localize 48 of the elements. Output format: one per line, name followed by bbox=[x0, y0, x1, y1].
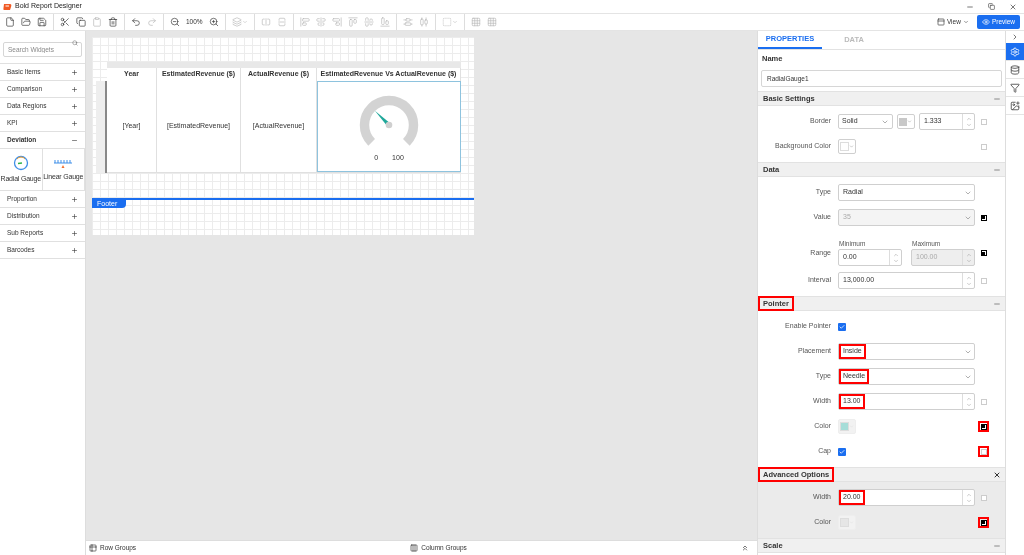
database-icon-glyph bbox=[1010, 64, 1020, 75]
plus-icon bbox=[71, 85, 78, 93]
expand-icon[interactable] bbox=[741, 544, 749, 552]
reset-checkbox[interactable] bbox=[980, 250, 987, 256]
open-folder-icon[interactable] bbox=[18, 15, 34, 29]
decrement-icon bbox=[965, 401, 972, 408]
settings-icon[interactable] bbox=[1006, 43, 1024, 61]
layout-icon bbox=[936, 18, 945, 26]
search-icon bbox=[72, 39, 78, 46]
image-settings-icon-glyph bbox=[1010, 100, 1020, 111]
plus-icon bbox=[71, 119, 78, 127]
checkbox[interactable] bbox=[838, 447, 846, 456]
increment-icon bbox=[965, 491, 972, 498]
columns-icon bbox=[410, 544, 419, 552]
settings-icon-glyph bbox=[1010, 46, 1020, 57]
eye-icon bbox=[981, 18, 990, 26]
increment-icon bbox=[965, 274, 972, 281]
increment-icon bbox=[965, 395, 972, 402]
plus-icon bbox=[71, 68, 78, 76]
row-handle[interactable] bbox=[96, 81, 107, 173]
chevron-down-icon bbox=[849, 424, 854, 429]
chevron-down-icon bbox=[907, 119, 912, 124]
chevron-down-icon bbox=[849, 144, 854, 149]
increment-icon bbox=[892, 251, 899, 258]
color-picker[interactable] bbox=[897, 114, 915, 129]
close-icon[interactable] bbox=[993, 470, 1001, 479]
radial-gauge-icon bbox=[12, 154, 29, 171]
plus-icon bbox=[71, 212, 78, 220]
decrement-icon bbox=[965, 280, 972, 287]
expand-panel-icon[interactable] bbox=[1011, 33, 1019, 41]
plus-icon bbox=[71, 195, 78, 203]
column-handle-bar[interactable] bbox=[107, 62, 461, 68]
color-picker[interactable] bbox=[838, 139, 856, 154]
restore-icon[interactable] bbox=[988, 3, 995, 10]
increment-icon bbox=[965, 115, 972, 122]
decrement-icon bbox=[965, 257, 972, 264]
table-icon bbox=[89, 544, 97, 552]
plus-icon bbox=[71, 102, 78, 110]
increment-icon bbox=[965, 251, 972, 258]
decrement-icon bbox=[965, 497, 972, 504]
filter-icon-glyph bbox=[1010, 82, 1020, 93]
plus-icon bbox=[71, 246, 78, 254]
chevron-down-icon bbox=[962, 19, 969, 25]
copy-icon[interactable] bbox=[73, 15, 89, 29]
decrement-icon bbox=[965, 121, 972, 128]
checkbox[interactable] bbox=[838, 322, 846, 331]
plus-icon bbox=[71, 229, 78, 237]
decrement-icon bbox=[892, 257, 899, 264]
